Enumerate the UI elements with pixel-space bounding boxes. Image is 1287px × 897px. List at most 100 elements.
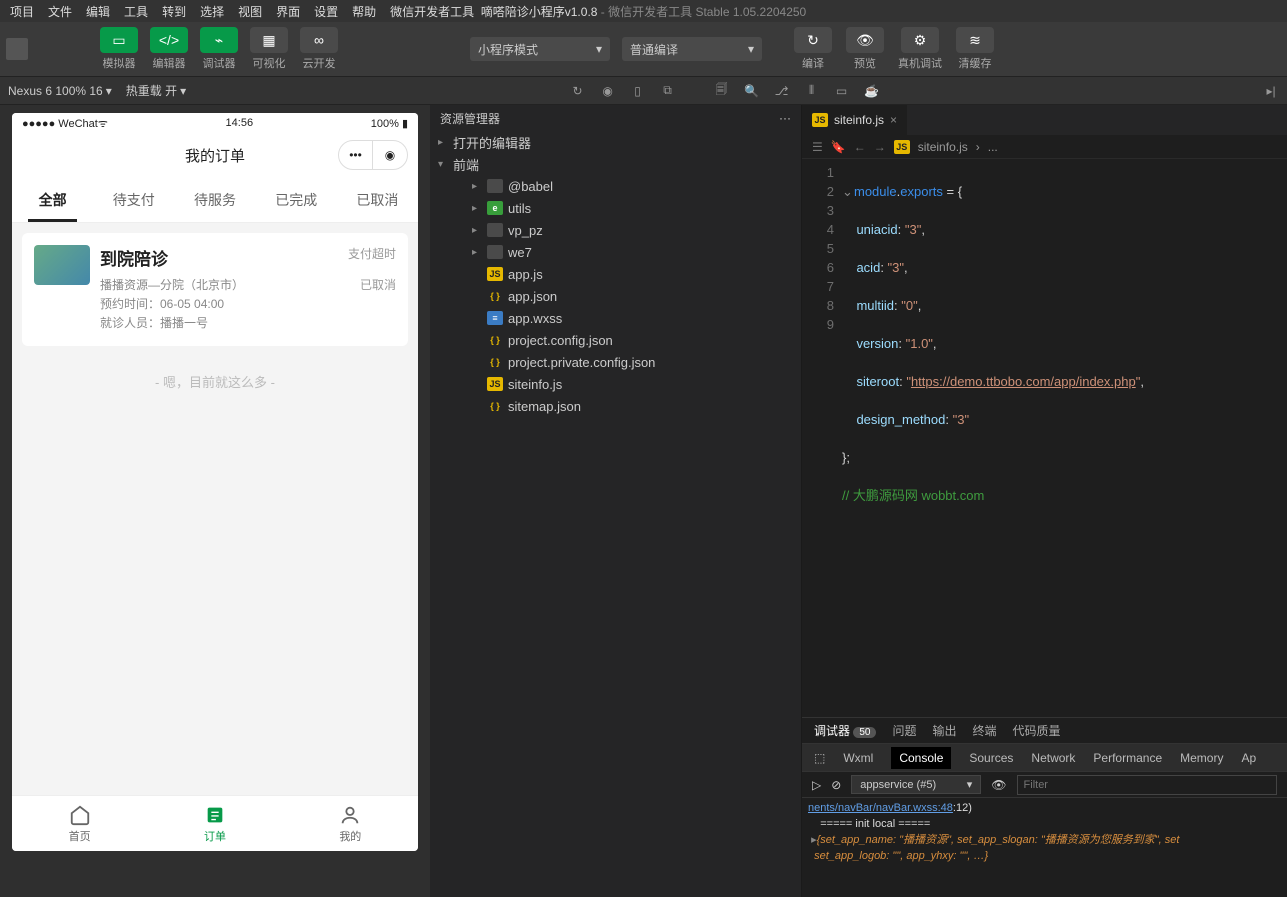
- order-list[interactable]: 到院陪诊 播播资源—分院（北京市） 预约时间：06-05 04:00 就诊人员：…: [12, 223, 418, 795]
- popout-icon[interactable]: ⧉: [660, 83, 676, 99]
- order-card[interactable]: 到院陪诊 播播资源—分院（北京市） 预约时间：06-05 04:00 就诊人员：…: [22, 233, 408, 346]
- tab-debugger[interactable]: 调试器 50: [814, 722, 876, 739]
- file-tree: ▸打开的编辑器 ▾前端 ▸@babel▸eutils▸vp_pz▸we7 JS ap…: [430, 131, 801, 897]
- root-folder[interactable]: ▾前端: [430, 153, 801, 175]
- menu-devtools[interactable]: 微信开发者工具: [384, 1, 480, 22]
- devtab-wxml[interactable]: Wxml: [843, 751, 873, 765]
- close-icon[interactable]: ×: [890, 113, 897, 127]
- menu-view[interactable]: 视图: [232, 1, 268, 22]
- file-siteinfo-js[interactable]: JSsiteinfo.js: [430, 373, 801, 395]
- menu-project[interactable]: 项目: [4, 1, 40, 22]
- preview-button[interactable]: 👁预览: [842, 25, 888, 73]
- json-icon: { }: [487, 355, 503, 369]
- file-app-json[interactable]: { }app.json: [430, 285, 801, 307]
- graph-icon[interactable]: ⫴: [804, 83, 820, 99]
- grid-icon: ▦: [250, 27, 288, 53]
- panel-icon[interactable]: ▸|: [1263, 83, 1279, 99]
- mode-select[interactable]: 小程序模式▾: [470, 37, 610, 61]
- bookmark-icon[interactable]: 🔖: [831, 140, 846, 154]
- search-icon[interactable]: 🔍: [744, 83, 760, 99]
- js-icon: JS: [487, 267, 503, 281]
- editor-button[interactable]: </>编辑器: [146, 25, 192, 73]
- eye-icon[interactable]: 👁: [991, 778, 1006, 792]
- tab-problems[interactable]: 问题: [892, 722, 916, 739]
- forward-icon[interactable]: →: [874, 140, 886, 154]
- inspect-icon[interactable]: ⬚: [814, 751, 825, 765]
- tab-pending-pay[interactable]: 待支付: [93, 177, 174, 222]
- file-project-config-json[interactable]: { }project.config.json: [430, 329, 801, 351]
- files-icon[interactable]: 🗐: [714, 83, 730, 99]
- filter-input[interactable]: [1017, 775, 1277, 795]
- devtab-memory[interactable]: Memory: [1180, 751, 1223, 765]
- visual-button[interactable]: ▦可视化: [246, 25, 292, 73]
- compile-button[interactable]: ↻编译: [790, 25, 836, 73]
- devtab-performance[interactable]: Performance: [1093, 751, 1162, 765]
- menu-settings[interactable]: 设置: [308, 1, 344, 22]
- context-select[interactable]: appservice (#5)▾: [851, 775, 981, 794]
- menu-interface[interactable]: 界面: [270, 1, 306, 22]
- wifi-icon: ᯤ: [98, 118, 108, 130]
- devtab-app[interactable]: Ap: [1241, 751, 1256, 765]
- simulator-button[interactable]: ▭模拟器: [96, 25, 142, 73]
- file-@babel[interactable]: ▸@babel: [430, 175, 801, 197]
- back-icon[interactable]: ←: [854, 140, 866, 154]
- code-editor[interactable]: 123456789 ⌄module.exports = { uniacid: "…: [802, 159, 1287, 717]
- capsule-menu-button[interactable]: •••: [339, 141, 373, 169]
- file-name: siteinfo.js: [508, 377, 562, 392]
- devtab-network[interactable]: Network: [1031, 751, 1075, 765]
- file-we7[interactable]: ▸we7: [430, 241, 801, 263]
- capsule-close-button[interactable]: ◉: [373, 141, 407, 169]
- hot-reload-dropdown[interactable]: 热重载 开 ▾: [126, 82, 186, 99]
- console-output[interactable]: nents/navBar/navBar.wxss:48:12) ===== in…: [802, 798, 1287, 897]
- record-icon[interactable]: ◉: [600, 83, 616, 99]
- tab-terminal[interactable]: 终端: [973, 722, 997, 739]
- menu-edit[interactable]: 编辑: [80, 1, 116, 22]
- file-vp_pz[interactable]: ▸vp_pz: [430, 219, 801, 241]
- file-name: app.js: [508, 267, 543, 282]
- play-icon[interactable]: ▷: [812, 778, 821, 792]
- devtab-console[interactable]: Console: [891, 747, 951, 769]
- menu-help[interactable]: 帮助: [346, 1, 382, 22]
- cloud-button[interactable]: ∞云开发: [296, 25, 342, 73]
- remote-debug-button[interactable]: ⚙真机调试: [894, 25, 946, 73]
- menu-tools[interactable]: 工具: [118, 1, 154, 22]
- editor-tab-siteinfo[interactable]: JS siteinfo.js ×: [802, 105, 908, 135]
- tabbar-home[interactable]: 首页: [12, 796, 147, 851]
- clear-cache-button[interactable]: ≋清缓存: [952, 25, 998, 73]
- compile-select[interactable]: 普通编译▾: [622, 37, 762, 61]
- file-project-private-config-json[interactable]: { }project.private.config.json: [430, 351, 801, 373]
- file-utils[interactable]: ▸eutils: [430, 197, 801, 219]
- ban-icon[interactable]: ⊘: [831, 778, 841, 792]
- tab-all[interactable]: 全部: [12, 177, 93, 222]
- tab-quality[interactable]: 代码质量: [1013, 722, 1061, 739]
- empty-hint: - 嗯，目前就这么多 -: [22, 346, 408, 417]
- cup-icon[interactable]: ☕: [864, 83, 880, 99]
- wxss-icon: ≡: [487, 311, 503, 325]
- file-app-js[interactable]: JS app.js: [430, 263, 801, 285]
- device-dropdown[interactable]: Nexus 6 100% 16 ▾: [8, 84, 112, 98]
- devtab-sources[interactable]: Sources: [969, 751, 1013, 765]
- tabbar-orders[interactable]: 订单: [147, 796, 282, 851]
- file-sitemap-json[interactable]: { }sitemap.json: [430, 395, 801, 417]
- order-thumbnail: [34, 245, 90, 285]
- tab-cancelled[interactable]: 已取消: [337, 177, 418, 222]
- open-editors-section[interactable]: ▸打开的编辑器: [430, 131, 801, 153]
- phone-icon[interactable]: ▯: [630, 83, 646, 99]
- tab-pending-serve[interactable]: 待服务: [174, 177, 255, 222]
- breadcrumb-symbol[interactable]: ...: [988, 140, 998, 154]
- list-icon[interactable]: ☰: [812, 140, 823, 154]
- box-icon[interactable]: ▭: [834, 83, 850, 99]
- menu-select[interactable]: 选择: [194, 1, 230, 22]
- tab-output[interactable]: 输出: [933, 722, 957, 739]
- menu-file[interactable]: 文件: [42, 1, 78, 22]
- git-icon[interactable]: ⎇: [774, 83, 790, 99]
- breadcrumb-file[interactable]: siteinfo.js: [918, 140, 968, 154]
- project-icon[interactable]: [6, 38, 28, 60]
- more-icon[interactable]: ···: [779, 111, 791, 125]
- file-app-wxss[interactable]: ≡app.wxss: [430, 307, 801, 329]
- debugger-button[interactable]: ⌁调试器: [196, 25, 242, 73]
- tab-done[interactable]: 已完成: [256, 177, 337, 222]
- refresh-icon[interactable]: ↻: [570, 83, 586, 99]
- menu-goto[interactable]: 转到: [156, 1, 192, 22]
- tabbar-profile[interactable]: 我的: [283, 796, 418, 851]
